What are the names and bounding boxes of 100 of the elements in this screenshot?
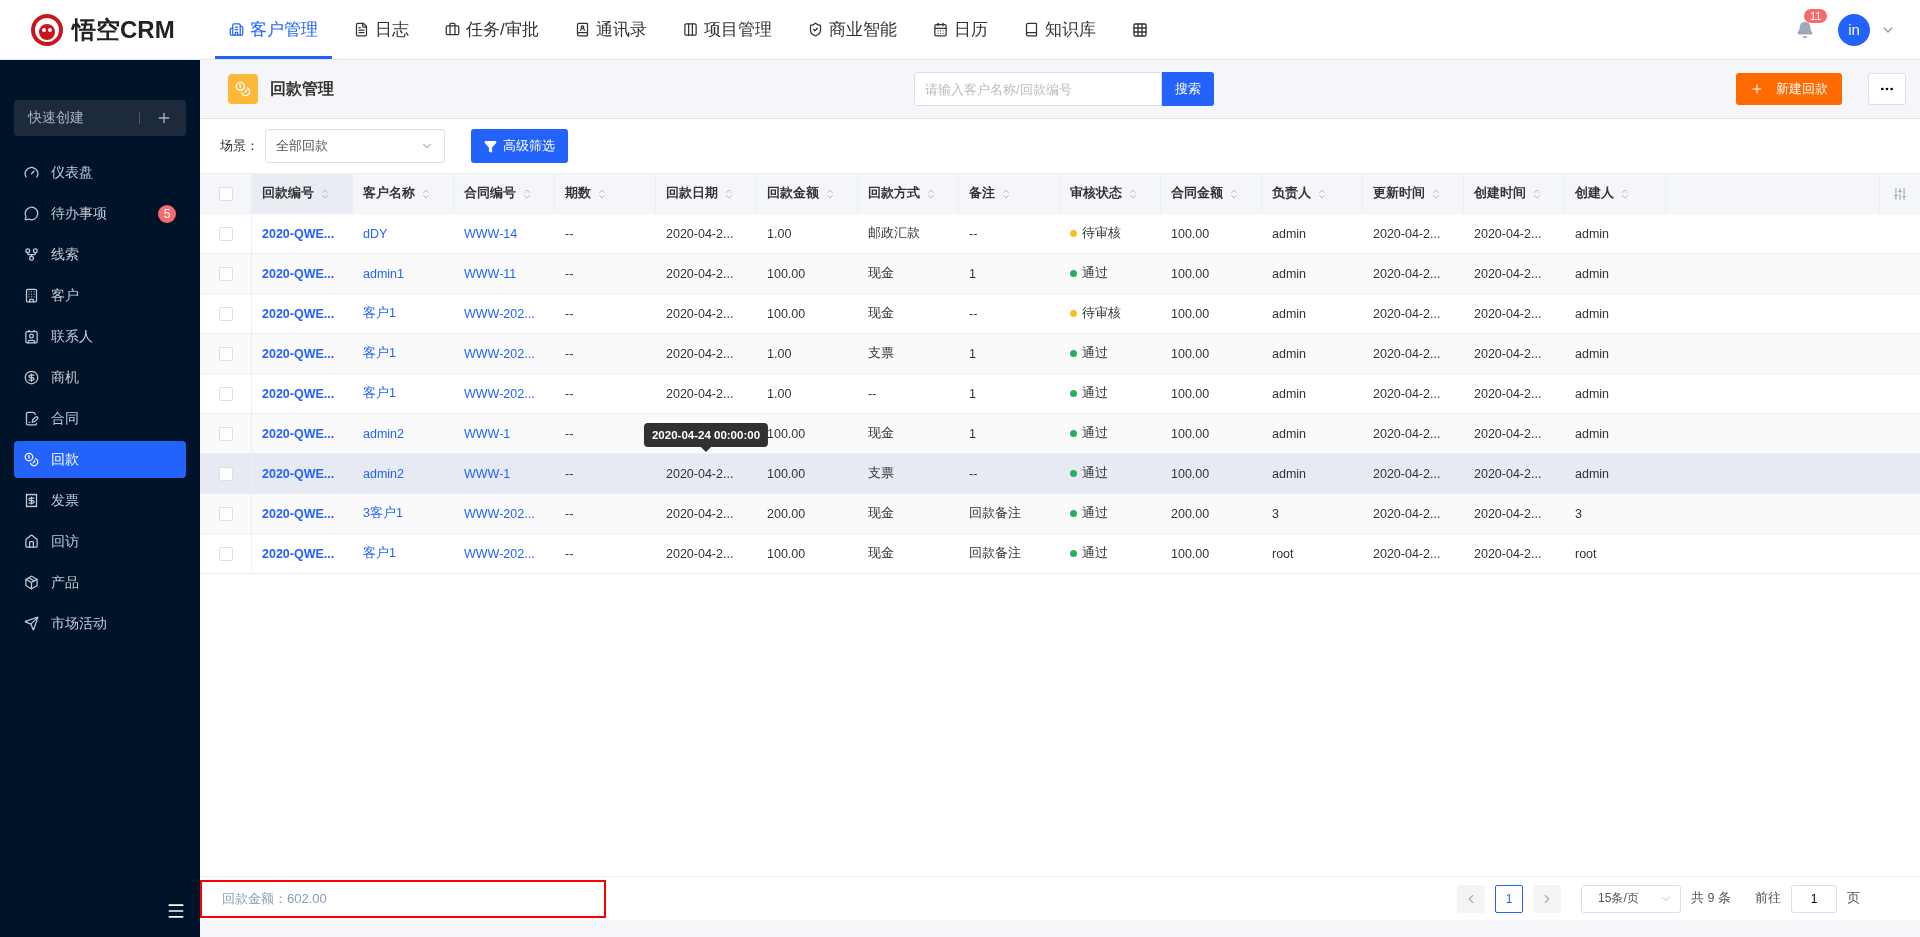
status-text: 待审核 bbox=[1082, 305, 1121, 322]
sort-icon[interactable] bbox=[1228, 187, 1240, 200]
next-page-button[interactable] bbox=[1533, 884, 1562, 913]
table-link[interactable]: WWW-202... bbox=[464, 386, 535, 401]
sort-icon[interactable] bbox=[521, 187, 533, 200]
nav-tab[interactable]: 日历 bbox=[918, 0, 1002, 59]
sidebar-item[interactable]: 线索 bbox=[14, 236, 186, 273]
sort-icon[interactable] bbox=[1619, 187, 1631, 200]
table-link[interactable]: 3客户1 bbox=[363, 505, 403, 522]
nav-tab[interactable]: 通讯录 bbox=[560, 0, 661, 59]
sort-icon[interactable] bbox=[596, 187, 608, 200]
table-link[interactable]: 客户1 bbox=[363, 305, 396, 322]
search-button[interactable]: 搜索 bbox=[1162, 72, 1214, 106]
column-header[interactable]: 合同编号 bbox=[464, 185, 516, 202]
table-link[interactable]: 客户1 bbox=[363, 545, 396, 562]
column-header[interactable]: 审核状态 bbox=[1070, 185, 1122, 202]
table-link[interactable]: 2020-QWE... bbox=[262, 386, 335, 401]
table-link[interactable]: 2020-QWE... bbox=[262, 426, 335, 441]
checkbox[interactable] bbox=[218, 546, 233, 561]
table-link[interactable]: 客户1 bbox=[363, 385, 396, 402]
column-header[interactable]: 回款方式 bbox=[868, 185, 920, 202]
table-link[interactable]: 客户1 bbox=[363, 345, 396, 362]
table-link[interactable]: WWW-1 bbox=[464, 426, 511, 441]
search-field[interactable]: 请输入客户名称/回款编号 bbox=[914, 72, 1162, 106]
nav-tab[interactable]: 知识库 bbox=[1009, 0, 1110, 59]
checkbox[interactable] bbox=[218, 346, 233, 361]
sort-icon[interactable] bbox=[824, 187, 836, 200]
goto-page-field[interactable]: 1 bbox=[1791, 884, 1837, 913]
table-link[interactable]: WWW-11 bbox=[464, 266, 517, 281]
column-header[interactable]: 回款日期 bbox=[666, 185, 718, 202]
sort-icon[interactable] bbox=[1531, 187, 1543, 200]
table-link[interactable]: WWW-202... bbox=[464, 506, 535, 521]
nav-tab[interactable]: 商业智能 bbox=[793, 0, 911, 59]
sidebar-item[interactable]: 产品 bbox=[14, 564, 186, 601]
checkbox[interactable] bbox=[218, 466, 233, 481]
checkbox[interactable] bbox=[218, 426, 233, 441]
table-link[interactable]: 2020-QWE... bbox=[262, 466, 335, 481]
column-header[interactable]: 创建时间 bbox=[1474, 185, 1526, 202]
column-header[interactable]: 回款金额 bbox=[767, 185, 819, 202]
sort-icon[interactable] bbox=[420, 187, 432, 200]
page-size-select[interactable]: 15条/页 bbox=[1581, 884, 1682, 913]
column-header[interactable]: 备注 bbox=[969, 185, 995, 202]
table-link[interactable]: admin2 bbox=[363, 426, 404, 441]
sidebar-item[interactable]: 发票 bbox=[14, 482, 186, 519]
table-link[interactable]: 2020-QWE... bbox=[262, 226, 335, 241]
column-header[interactable]: 创建人 bbox=[1575, 185, 1614, 202]
column-header[interactable]: 负责人 bbox=[1272, 185, 1311, 202]
sidebar-item[interactable]: 合同 bbox=[14, 400, 186, 437]
nav-tab[interactable]: 任务/审批 bbox=[431, 0, 553, 59]
sidebar-item[interactable]: 仪表盘 bbox=[14, 154, 186, 191]
table-link[interactable]: WWW-14 bbox=[464, 226, 518, 241]
previous-page-button[interactable] bbox=[1457, 884, 1486, 913]
sidebar-item[interactable]: 回款 bbox=[14, 441, 186, 478]
advanced-filter-button[interactable]: 高级筛选 bbox=[471, 129, 568, 163]
table-link[interactable]: WWW-202... bbox=[464, 306, 535, 321]
sidebar-item[interactable]: 待办事项 5 bbox=[14, 195, 186, 232]
checkbox[interactable] bbox=[218, 186, 233, 201]
table-link[interactable]: admin1 bbox=[363, 266, 404, 281]
page-button[interactable]: 1 bbox=[1495, 884, 1524, 913]
table-link[interactable]: WWW-202... bbox=[464, 346, 535, 361]
table-link[interactable]: 2020-QWE... bbox=[262, 306, 335, 321]
table-link[interactable]: WWW-1 bbox=[464, 466, 511, 481]
checkbox[interactable] bbox=[218, 506, 233, 521]
checkbox[interactable] bbox=[218, 386, 233, 401]
nav-tab[interactable]: 项目管理 bbox=[668, 0, 786, 59]
checkbox[interactable] bbox=[218, 226, 233, 241]
column-header[interactable]: 客户名称 bbox=[363, 185, 415, 202]
user-avatar[interactable]: in bbox=[1838, 13, 1870, 46]
scene-select[interactable]: 全部回款 bbox=[265, 129, 445, 163]
checkbox[interactable] bbox=[218, 306, 233, 321]
table-link[interactable]: admin2 bbox=[363, 466, 404, 481]
checkbox[interactable] bbox=[218, 266, 233, 281]
sort-icon[interactable] bbox=[319, 187, 331, 200]
notification-bell-icon[interactable] bbox=[1796, 20, 1814, 39]
more-button[interactable] bbox=[1868, 73, 1906, 105]
column-header[interactable]: 期数 bbox=[565, 185, 591, 202]
sort-icon[interactable] bbox=[1000, 187, 1012, 200]
table-link[interactable]: 2020-QWE... bbox=[262, 506, 335, 521]
table-link[interactable]: WWW-202... bbox=[464, 546, 535, 561]
sort-icon[interactable] bbox=[1430, 187, 1442, 200]
table-link[interactable]: 2020-QWE... bbox=[262, 546, 335, 561]
sidebar-item[interactable]: 市场活动 bbox=[14, 605, 186, 642]
quick-create-button[interactable]: 快速创建 bbox=[14, 100, 186, 136]
sidebar-item[interactable]: 商机 bbox=[14, 359, 186, 396]
column-header[interactable]: 更新时间 bbox=[1373, 185, 1425, 202]
sidebar-item[interactable]: 回访 bbox=[14, 523, 186, 560]
sort-icon[interactable] bbox=[1127, 187, 1139, 200]
nav-tab[interactable]: 日志 bbox=[340, 0, 423, 59]
sort-icon[interactable] bbox=[925, 187, 937, 200]
sort-icon[interactable] bbox=[1316, 187, 1328, 200]
apps-grid-icon[interactable] bbox=[1131, 21, 1148, 38]
table-link[interactable]: dDY bbox=[363, 226, 388, 241]
column-header[interactable]: 合同金额 bbox=[1171, 185, 1223, 202]
table-link[interactable]: 2020-QWE... bbox=[262, 346, 335, 361]
collapse-menu-icon[interactable] bbox=[166, 901, 186, 921]
sort-icon[interactable] bbox=[723, 187, 735, 200]
sidebar-item[interactable]: 客户 bbox=[14, 277, 186, 314]
table-link[interactable]: 2020-QWE... bbox=[262, 266, 335, 281]
column-settings-icon[interactable] bbox=[1893, 186, 1907, 201]
sidebar-item[interactable]: 联系人 bbox=[14, 318, 186, 355]
